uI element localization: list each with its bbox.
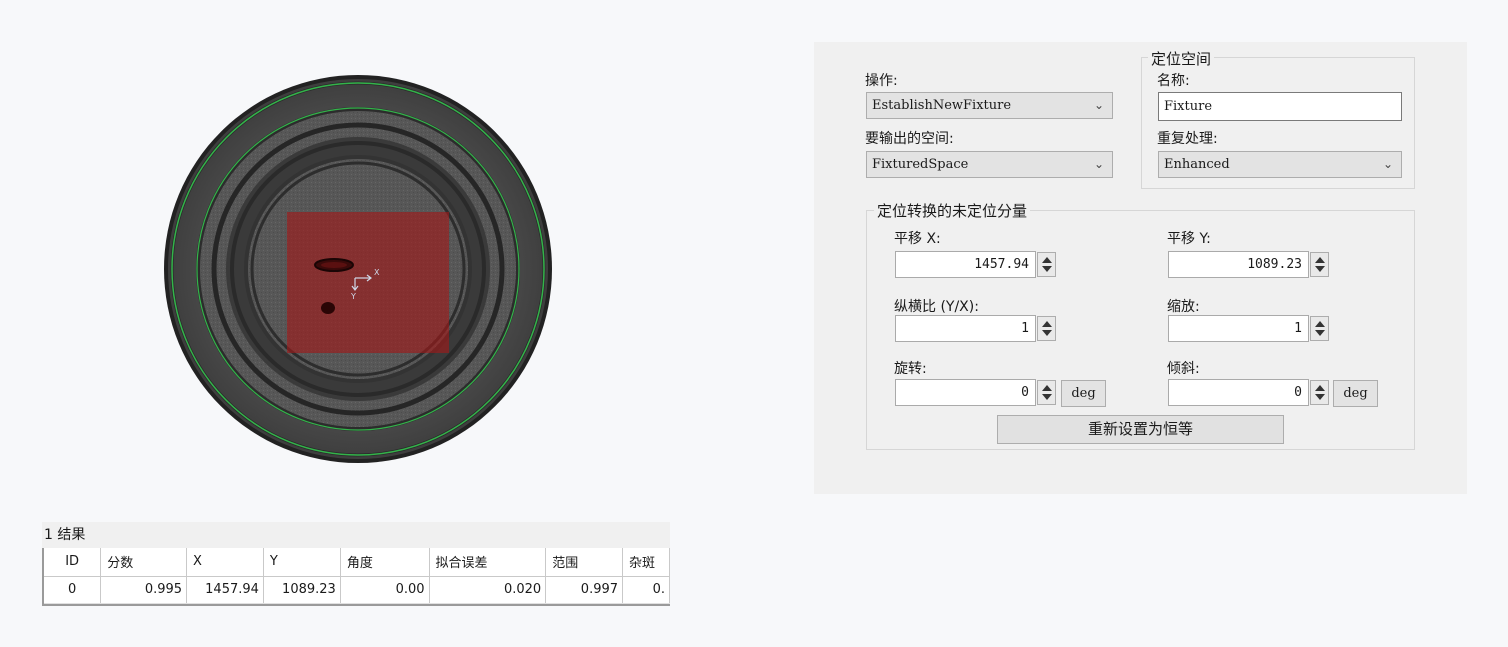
scale-spinner[interactable] (1310, 316, 1329, 341)
operation-dropdown[interactable]: EstablishNewFixture ⌄ (866, 92, 1113, 119)
aspect-field[interactable]: 1 (895, 315, 1036, 342)
table-row[interactable]: 0 0.995 1457.94 1089.23 0.00 0.020 0.997… (42, 576, 670, 604)
col-header-score[interactable]: 分数 (100, 548, 188, 577)
cell-id: 0 (42, 576, 102, 604)
cell-angle: 0.00 (340, 576, 430, 604)
operation-value: EstablishNewFixture (872, 98, 1012, 113)
spin-down-icon (1315, 266, 1325, 272)
spin-down-icon (1042, 266, 1052, 272)
cell-clutter: 0. (622, 576, 670, 604)
skew-label: 倾斜: (1167, 361, 1200, 377)
transform-group-title: 定位转换的未定位分量 (874, 200, 1031, 221)
rotation-label: 旋转: (894, 361, 927, 377)
col-header-x[interactable]: X (186, 548, 264, 577)
fixture-settings-panel: 操作: EstablishNewFixture ⌄ 要输出的空间: Fixtur… (814, 42, 1467, 494)
results-header-row: ID 分数 X Y 角度 拟合误差 范围 杂斑 (42, 548, 670, 577)
rotation-unit-button[interactable]: deg (1061, 380, 1106, 407)
aspect-spinner[interactable] (1037, 316, 1056, 341)
results-title: 1 结果 (42, 522, 670, 548)
col-header-angle[interactable]: 角度 (340, 548, 430, 577)
spin-up-icon (1315, 321, 1325, 327)
aspect-label: 纵横比 (Y/X): (894, 299, 979, 315)
output-space-label: 要输出的空间: (865, 131, 954, 147)
spin-down-icon (1042, 394, 1052, 400)
output-space-value: FixturedSpace (872, 157, 969, 172)
image-display[interactable]: X Y (150, 68, 570, 488)
col-header-fit-error[interactable]: 拟合误差 (429, 548, 547, 577)
output-space-dropdown[interactable]: FixturedSpace ⌄ (866, 151, 1113, 178)
results-grid: ID 分数 X Y 角度 拟合误差 范围 杂斑 0 0.995 1457.94 … (42, 548, 670, 604)
repeat-label: 重复处理: (1157, 131, 1218, 147)
cell-coverage: 0.997 (545, 576, 624, 604)
translate-y-spinner[interactable] (1310, 252, 1329, 277)
rotation-spinner[interactable] (1037, 380, 1056, 405)
spin-down-icon (1315, 330, 1325, 336)
col-header-coverage[interactable]: 范围 (545, 548, 624, 577)
scale-label: 缩放: (1167, 299, 1200, 315)
search-region[interactable] (287, 212, 449, 353)
chevron-down-icon: ⌄ (1382, 157, 1393, 171)
cell-score: 0.995 (100, 576, 188, 604)
spin-down-icon (1042, 330, 1052, 336)
axis-label-x: X (374, 268, 380, 277)
operation-label: 操作: (865, 73, 898, 89)
spin-up-icon (1315, 385, 1325, 391)
repeat-dropdown[interactable]: Enhanced ⌄ (1158, 151, 1402, 178)
reset-identity-button[interactable]: 重新设置为恒等 (997, 415, 1284, 444)
scale-field[interactable]: 1 (1168, 315, 1309, 342)
cell-fit-error: 0.020 (429, 576, 547, 604)
cell-y: 1089.23 (263, 576, 341, 604)
fixture-space-group-title: 定位空间 (1148, 48, 1215, 69)
rotation-field[interactable]: 0 (895, 379, 1036, 406)
translate-x-spinner[interactable] (1037, 252, 1056, 277)
axis-label-y: Y (350, 292, 356, 301)
col-header-clutter[interactable]: 杂斑 (622, 548, 670, 577)
translate-y-field[interactable]: 1089.23 (1168, 251, 1309, 278)
spin-up-icon (1315, 257, 1325, 263)
cell-x: 1457.94 (186, 576, 264, 604)
spin-up-icon (1042, 321, 1052, 327)
spin-down-icon (1315, 394, 1325, 400)
name-field[interactable]: Fixture (1158, 92, 1402, 121)
skew-field[interactable]: 0 (1168, 379, 1309, 406)
spin-up-icon (1042, 385, 1052, 391)
chevron-down-icon: ⌄ (1093, 98, 1104, 112)
translate-y-label: 平移 Y: (1167, 231, 1211, 247)
name-label: 名称: (1157, 73, 1190, 89)
col-header-y[interactable]: Y (263, 548, 341, 577)
chevron-down-icon: ⌄ (1093, 157, 1104, 171)
results-table: 1 结果 ID 分数 X Y 角度 拟合误差 范围 杂斑 0 0.995 145… (42, 522, 670, 606)
translate-x-label: 平移 X: (894, 231, 941, 247)
repeat-value: Enhanced (1164, 157, 1230, 172)
translate-x-field[interactable]: 1457.94 (895, 251, 1036, 278)
col-header-id[interactable]: ID (42, 548, 102, 577)
skew-spinner[interactable] (1310, 380, 1329, 405)
spin-up-icon (1042, 257, 1052, 263)
skew-unit-button[interactable]: deg (1333, 380, 1378, 407)
